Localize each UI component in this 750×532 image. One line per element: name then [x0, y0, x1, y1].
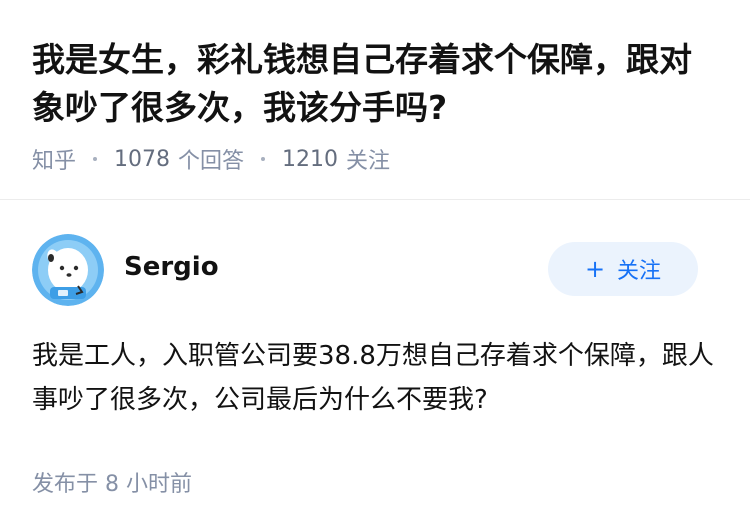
followers-count: 1210 [282, 146, 339, 172]
separator-dot [261, 157, 266, 161]
publish-time: 发布于 8 小时前 [32, 472, 192, 497]
plus-icon: + [584, 255, 606, 283]
follow-button-label: 关注 [617, 259, 662, 284]
author-row: Sergio + 关注 [0, 232, 750, 308]
question-meta: 知乎 1078 个回答 1210 关注 [32, 142, 390, 176]
author-name[interactable]: Sergio [124, 252, 219, 282]
answers-count[interactable]: 1078 [114, 147, 170, 172]
question-title[interactable]: 我是女生，彩礼钱想自己存着求个保障，跟对象吵了很多次，我该分手吗? [32, 36, 722, 132]
followers-label: 关注 [346, 149, 391, 174]
question-header: 我是女生，彩礼钱想自己存着求个保障，跟对象吵了很多次，我该分手吗? 知乎 107… [0, 0, 750, 200]
separator-dot [93, 157, 98, 161]
answers-label[interactable]: 个回答 [178, 143, 244, 175]
avatar[interactable] [32, 234, 104, 306]
avatar-illustration [32, 234, 104, 306]
answer-content[interactable]: 我是工人，入职管公司要38.8万想自己存着求个保障，跟人事吵了很多次，公司最后为… [32, 334, 718, 422]
zhihu-question-page: 我是女生，彩礼钱想自己存着求个保障，跟对象吵了很多次，我该分手吗? 知乎 107… [0, 0, 750, 532]
follow-button[interactable]: + 关注 [548, 242, 698, 296]
source-label[interactable]: 知乎 [32, 143, 76, 175]
